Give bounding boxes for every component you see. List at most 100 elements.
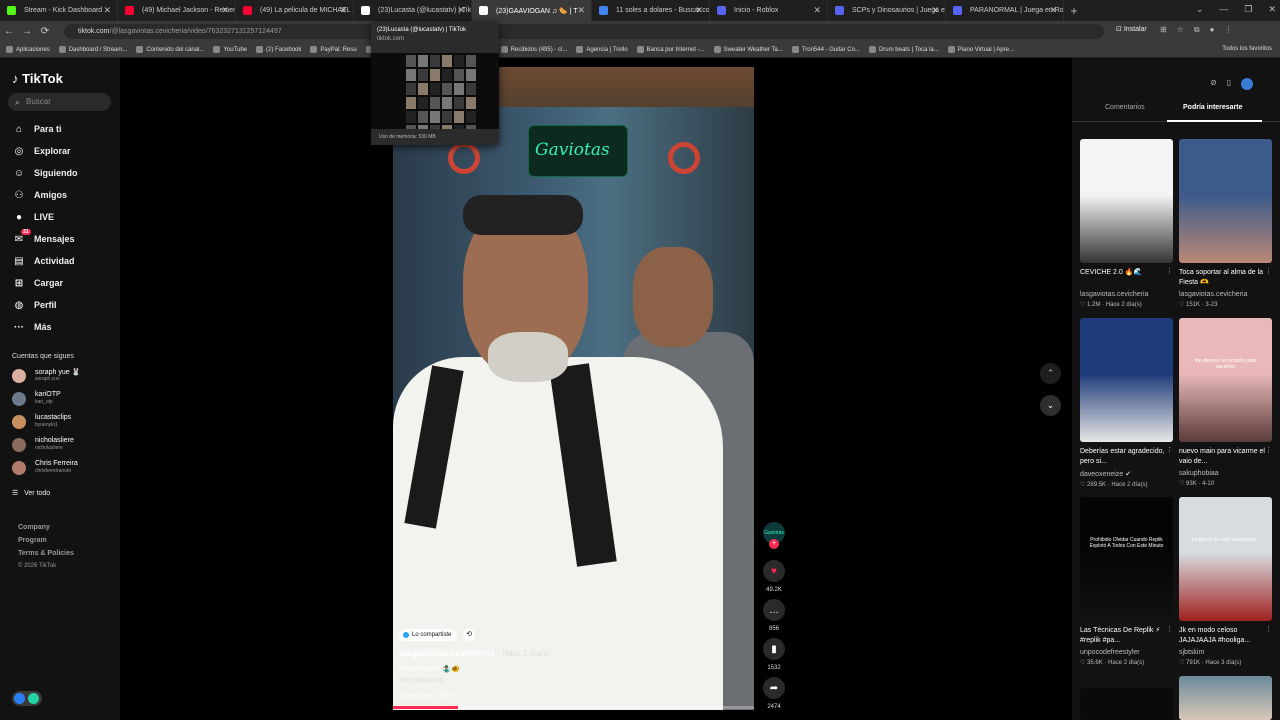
more-options-icon[interactable]: ⋮ [1265, 267, 1272, 275]
nav-item-actividad[interactable]: ▤ Actividad [12, 253, 74, 269]
close-tab-icon[interactable]: ✕ [931, 5, 939, 16]
browser-tab[interactable]: 11 soles a dolares - Buscar con ✕ [592, 0, 710, 21]
search-input[interactable]: ⌕ Buscar [8, 93, 111, 111]
browser-tab[interactable]: Inicio - Roblox ✕ [710, 0, 828, 21]
close-tab-icon[interactable]: ✕ [813, 5, 821, 16]
user-avatar-icon[interactable] [1241, 78, 1254, 90]
video-player[interactable]: Gaviotas Lo compartiste ⟲ lasgaviotas.ce… [393, 67, 754, 710]
nav-item-amigos[interactable]: ⚇ Amigos [12, 187, 68, 203]
recommended-card[interactable]: Deberías estar agradecido, pero si... dav… [1080, 318, 1173, 488]
bookmark-item[interactable]: (2) Facebook [256, 46, 301, 53]
browser-tab[interactable]: PARANORMAL | Juega en Roblo ✕ [946, 0, 1064, 21]
bookmark-item[interactable]: Piano Virtual | Apre... [947, 46, 1014, 53]
more-options-icon[interactable]: ⋮ [1166, 625, 1173, 633]
bookmark-item[interactable]: YouTube [213, 46, 247, 53]
recommended-card[interactable]: me desvivo un poquito para sacarme nuevo … [1179, 318, 1272, 487]
tab-recommended[interactable]: Podría interesarte [1183, 104, 1243, 111]
minimize-icon[interactable]: — [1219, 4, 1228, 15]
following-account[interactable]: soraph yue 🐰 soraph.yue [12, 366, 112, 386]
menu-icon[interactable]: ⋮ [1224, 25, 1232, 35]
close-tab-icon[interactable]: ✕ [1049, 5, 1057, 16]
more-options-icon[interactable]: ⋮ [1166, 267, 1173, 275]
nav-item-siguiendo[interactable]: ☺ Siguiendo [12, 165, 78, 181]
recommended-card[interactable]: Jungkook no está soportando... Jk en modo… [1179, 497, 1272, 666]
bookmark-item[interactable]: Drum beats | Toca la... [868, 46, 939, 53]
repost-icon[interactable]: ⟲ [463, 629, 475, 641]
bookmark-item[interactable]: Contenido del canal... [136, 46, 204, 53]
shared-badge[interactable]: Lo compartiste [399, 629, 458, 641]
recommended-card[interactable]: CEVICHE 2.0 🔥🌊 lasgaviotas.cevicheria ♡ 1.… [1080, 139, 1173, 308]
translate-link[interactable]: Ver traducción [399, 677, 444, 684]
comment-icon[interactable]: … [763, 599, 785, 621]
profile-icon[interactable]: ● [1210, 25, 1215, 35]
coin-icon[interactable]: ⊘ [1210, 78, 1217, 90]
nav-item-más[interactable]: ··· Más [12, 319, 52, 335]
bookmark-item[interactable]: Tron544 - Guitar Co... [791, 46, 860, 53]
music-link[interactable]: ♫ Hooligan - BTS [399, 693, 454, 700]
bookmark-item[interactable]: PayPal: Resu [310, 46, 357, 53]
share-icon[interactable]: ➦ [763, 677, 785, 699]
footer-program[interactable]: Program [18, 534, 74, 547]
bookmark-item[interactable]: Recibidos (495) - cl... [500, 46, 567, 53]
new-tab-button[interactable]: + [1064, 4, 1084, 18]
tiktok-logo[interactable]: ♪ TikTok [12, 71, 63, 86]
recommended-card-partial-left[interactable] [1080, 688, 1173, 720]
nav-item-para-ti[interactable]: ⌂ Para ti [12, 121, 62, 137]
close-tab-icon[interactable]: ✕ [577, 5, 585, 16]
nav-item-perfil[interactable]: ◍ Perfil [12, 297, 57, 313]
video-author[interactable]: lasgaviotas.cevicheria · Hace 1 día(s) [399, 648, 550, 658]
nav-item-mensajes[interactable]: ✉ 31 Mensajes [12, 229, 75, 247]
close-tab-icon[interactable]: ✕ [457, 5, 465, 16]
bookmark-item[interactable]: Banca por Internet -... [636, 46, 705, 53]
back-icon[interactable]: ← [0, 26, 18, 37]
close-tab-icon[interactable]: ✕ [695, 5, 703, 16]
bookmark-item[interactable]: Aplicaciones [6, 46, 50, 53]
nav-item-explorar[interactable]: ◎ Explorar [12, 143, 71, 159]
recommended-card-partial[interactable] [1179, 676, 1272, 720]
heart-icon[interactable]: ♥ [763, 560, 785, 582]
translate-icon[interactable]: ⊞ [1160, 25, 1167, 35]
more-options-icon[interactable]: ⋮ [1265, 446, 1272, 454]
close-tab-icon[interactable]: ✕ [103, 5, 111, 16]
bookmark-icon[interactable]: ▮ [763, 638, 785, 660]
tab-comments[interactable]: Comentarios [1105, 104, 1145, 111]
footer-company[interactable]: Company [18, 521, 74, 534]
close-tab-icon[interactable]: ✕ [339, 5, 347, 16]
follow-plus-icon[interactable]: + [769, 539, 779, 549]
forward-icon[interactable]: → [18, 26, 36, 37]
url-input[interactable]: tiktok.com/@lasgaviotas.cevicheria/video… [64, 24, 1104, 39]
more-options-icon[interactable]: ⋮ [1265, 625, 1272, 633]
extensions-icon[interactable]: ⧉ [1194, 25, 1200, 35]
bookmark-item[interactable]: Agencia | Trello [576, 46, 628, 53]
browser-tab[interactable]: Stream - Kick Dashboard ✕ [0, 0, 118, 21]
nav-item-live[interactable]: ● LIVE [12, 209, 54, 225]
more-options-icon[interactable]: ⋮ [1166, 446, 1173, 454]
recommended-card[interactable]: Prohibido Olvidar Cuando Replik Explotó … [1080, 497, 1173, 666]
following-account[interactable]: Chris Ferreira chrisferreiranotri [12, 458, 112, 478]
browser-tab[interactable]: (49) Michael Jackson - Rememb ✕ [118, 0, 236, 21]
install-button[interactable]: ⊡ Instalar [1116, 25, 1147, 33]
browser-tab[interactable]: (49) La pelicula de MICHAEL JA ✕ [236, 0, 354, 21]
tab-search-icon[interactable]: ⌄ [1196, 4, 1204, 15]
maximize-icon[interactable]: ❐ [1244, 4, 1252, 15]
following-account[interactable]: kariOTP kari_otp [12, 389, 112, 409]
phone-icon[interactable]: ▯ [1227, 78, 1231, 90]
bookmark-item[interactable]: Sweater Weather Ta... [713, 46, 783, 53]
browser-tab[interactable]: (23)Lucasta (@lucastatv) | TikTo ✕ [354, 0, 472, 21]
nav-item-cargar[interactable]: ⊞ Cargar [12, 275, 63, 291]
bookmark-star-icon[interactable]: ☆ [1177, 25, 1184, 35]
browser-tab[interactable]: (23)GAAVIOGAN ♫ 🌭 | T ✕ [472, 0, 592, 21]
reload-icon[interactable]: ⟳ [36, 26, 54, 37]
following-account[interactable]: lucastaclips byuenylo1 [12, 412, 112, 432]
see-all-link[interactable]: ☰ Ver todo [12, 489, 50, 497]
close-tab-icon[interactable]: ✕ [221, 5, 229, 16]
floating-app-button[interactable] [12, 691, 42, 706]
all-bookmarks[interactable]: Todos los favoritos [1222, 46, 1272, 52]
next-video-button[interactable]: ⌄ [1040, 395, 1061, 416]
video-progress-bar[interactable] [393, 706, 754, 709]
recommended-card[interactable]: Toca soportar al alma de la Fiesta 🫶 lasg… [1179, 139, 1272, 308]
previous-video-button[interactable]: ⌃ [1040, 363, 1061, 384]
close-window-icon[interactable]: ✕ [1268, 4, 1276, 15]
footer-terms[interactable]: Terms & Policies [18, 547, 74, 560]
browser-tab[interactable]: SCPs y Dinosaurios | Juega en F ✕ [828, 0, 946, 21]
